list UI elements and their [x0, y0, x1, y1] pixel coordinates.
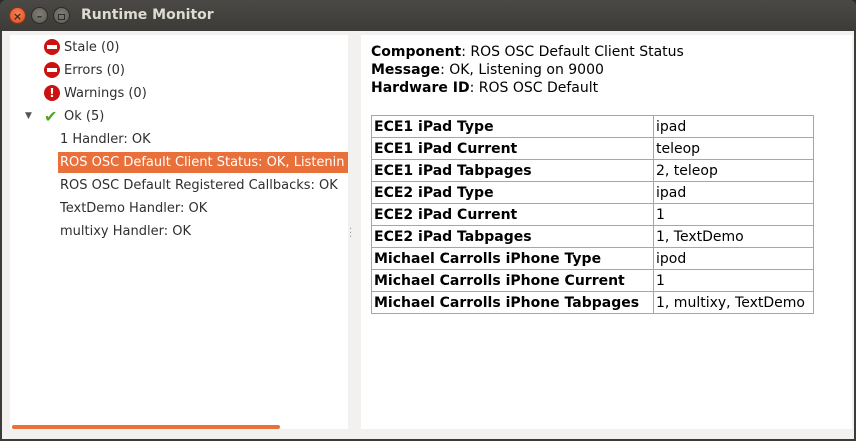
tree-item-label: multixy Handler: OK: [60, 224, 191, 239]
key-value-table: ECE1 iPad Type ipad ECE1 iPad Current tele…: [371, 115, 814, 314]
table-row: ECE2 iPad Current 1: [371, 203, 814, 226]
ok-check-icon: ✔: [44, 107, 58, 126]
close-window-button[interactable]: ×: [9, 7, 26, 24]
tree-item-1-handler[interactable]: 1 Handler: OK: [58, 129, 348, 150]
tree-item-registered-callbacks[interactable]: ROS OSC Default Registered Callbacks: OK: [58, 175, 348, 196]
tree-item-stale[interactable]: Stale (0): [44, 37, 344, 58]
window-title: Runtime Monitor: [81, 7, 214, 23]
tree-item-label: 1 Handler: OK: [60, 132, 151, 147]
expand-triangle-icon[interactable]: ▼: [25, 106, 32, 127]
horizontal-scrollbar[interactable]: [12, 425, 280, 429]
table-row: ECE1 iPad Tabpages 2, teleop: [371, 159, 814, 182]
tree-item-ok[interactable]: ▼ ✔ Ok (5): [10, 106, 340, 127]
tree-item-textdemo-handler[interactable]: TextDemo Handler: OK: [58, 198, 348, 219]
tree-label-stale: Stale (0): [64, 40, 120, 55]
detail-header: Component: ROS OSC Default Client Status…: [371, 43, 684, 97]
stale-icon: [44, 39, 60, 55]
table-row: ECE1 iPad Type ipad: [371, 115, 814, 138]
hardware-id-line: Hardware ID: ROS OSC Default: [371, 80, 599, 96]
tree-item-client-status[interactable]: ROS OSC Default Client Status: OK, Liste…: [58, 152, 348, 173]
table-row: Michael Carrolls iPhone Tabpages 1, multi…: [371, 291, 814, 314]
tree-item-warnings[interactable]: ! Warnings (0): [44, 83, 344, 104]
tree-label-warnings: Warnings (0): [64, 86, 147, 101]
maximize-icon: [58, 14, 65, 20]
minimize-window-button[interactable]: –: [31, 7, 48, 24]
runtime-monitor-window: × – Runtime Monitor Stale (0) Errors (0)…: [0, 0, 856, 441]
tree-item-multixy-handler[interactable]: multixy Handler: OK: [58, 221, 348, 242]
tree-item-label: ROS OSC Default Client Status: OK, Liste…: [60, 155, 345, 170]
message-line: Message: OK, Listening on 9000: [371, 62, 604, 78]
table-row: Michael Carrolls iPhone Type ipod: [371, 247, 814, 270]
tree-item-errors[interactable]: Errors (0): [44, 60, 344, 81]
client-area: Stale (0) Errors (0) ! Warnings (0) ▼ ✔ …: [2, 31, 854, 439]
table-row: ECE2 iPad Tabpages 1, TextDemo: [371, 225, 814, 248]
tree-label-ok: Ok (5): [64, 109, 105, 124]
table-row: ECE2 iPad Type ipad: [371, 181, 814, 204]
splitter-grip-icon: · · ·: [349, 224, 353, 243]
error-icon: [44, 62, 60, 78]
tree-item-label: ROS OSC Default Registered Callbacks: OK: [60, 178, 338, 193]
table-row: ECE1 iPad Current teleop: [371, 137, 814, 160]
tree-label-errors: Errors (0): [64, 63, 126, 78]
warning-icon: !: [44, 85, 60, 101]
detail-panel: Component: ROS OSC Default Client Status…: [361, 35, 852, 429]
table-row: Michael Carrolls iPhone Current 1: [371, 269, 814, 292]
maximize-window-button[interactable]: [53, 7, 70, 24]
tree-item-label: TextDemo Handler: OK: [60, 201, 208, 216]
component-line: Component: ROS OSC Default Client Status: [371, 44, 684, 60]
status-tree[interactable]: Stale (0) Errors (0) ! Warnings (0) ▼ ✔ …: [10, 35, 348, 429]
title-bar[interactable]: × – Runtime Monitor: [0, 0, 856, 31]
